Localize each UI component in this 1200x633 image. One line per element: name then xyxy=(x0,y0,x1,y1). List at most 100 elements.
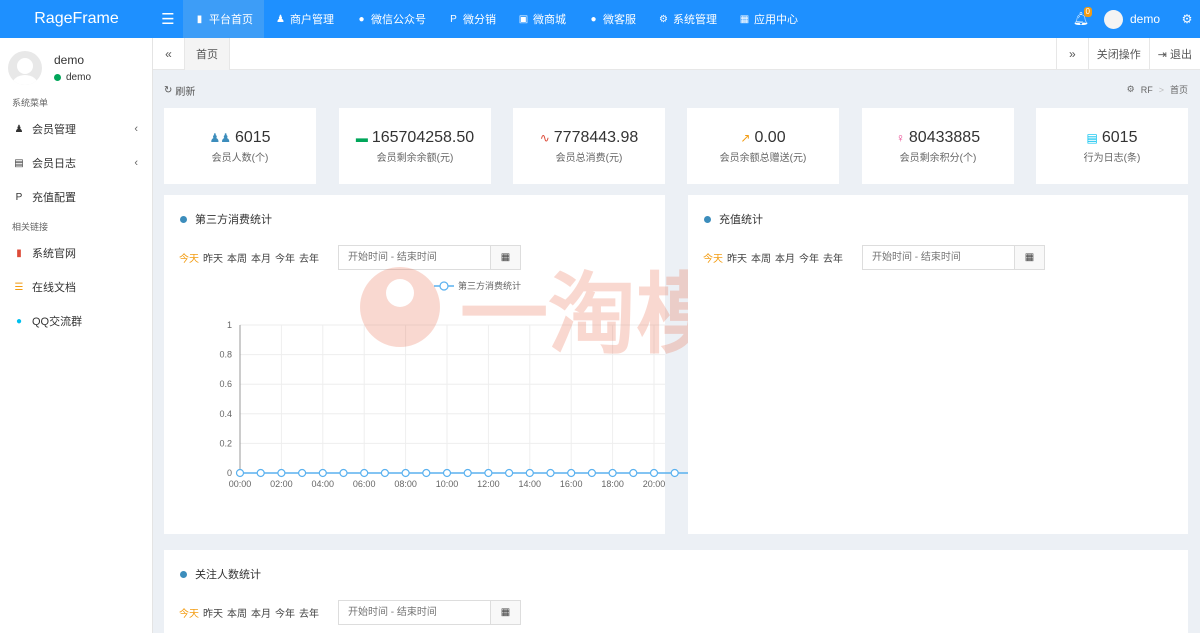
data-point[interactable] xyxy=(277,468,286,478)
avatar xyxy=(8,51,42,85)
range-link-2[interactable]: 本周 xyxy=(751,250,771,265)
stat-value: 6015 xyxy=(234,129,271,146)
data-point[interactable] xyxy=(256,468,265,478)
tab-scroll-right-icon[interactable]: » xyxy=(1055,38,1088,70)
sign-out-icon: ⇥ xyxy=(1157,48,1167,61)
sidebar-item-items2-2[interactable]: ● QQ交流群 xyxy=(0,304,152,338)
range-link-5[interactable]: 去年 xyxy=(823,250,843,265)
range-link-4[interactable]: 今年 xyxy=(275,605,295,620)
range-link-0[interactable]: 今天 xyxy=(179,605,199,620)
brand-logo[interactable]: RageFrame xyxy=(0,0,153,38)
panel-bullet-icon xyxy=(180,215,187,223)
dashboard-icon: ⚙ xyxy=(1126,84,1135,94)
notification-bell-icon[interactable]: 🔔︎ 0 xyxy=(1066,0,1096,38)
data-point[interactable] xyxy=(463,468,472,478)
range-link-0[interactable]: 今天 xyxy=(179,250,199,265)
x-tick-label: 14:00 xyxy=(519,479,542,489)
topnav-item-4[interactable]: ▣ 微商城 xyxy=(507,0,577,38)
calendar-icon[interactable]: ▦ xyxy=(490,601,520,624)
topnav-item-1[interactable]: ♟ 商户管理 xyxy=(264,0,345,38)
top-right-tools: 🔔︎ 0 demo ⚙ xyxy=(1066,0,1200,38)
range-link-3[interactable]: 本月 xyxy=(775,250,795,265)
range-link-3[interactable]: 本月 xyxy=(251,250,271,265)
sidebar-item-items1-2[interactable]: P 充值配置 xyxy=(0,180,152,214)
data-point[interactable] xyxy=(442,468,452,478)
topnav-item-label: 系统管理 xyxy=(673,14,717,26)
date-range-picker[interactable]: ▦ xyxy=(338,600,521,625)
data-point[interactable] xyxy=(360,468,369,478)
refresh-button[interactable]: ↻ 刷新 xyxy=(164,83,195,98)
topnav-item-6[interactable]: ⚙ 系统管理 xyxy=(647,0,728,38)
lightbulb-icon: ♀ xyxy=(895,131,905,145)
range-link-1[interactable]: 昨天 xyxy=(203,250,223,265)
date-range-picker[interactable]: ▦ xyxy=(862,245,1045,270)
legend-label[interactable]: 第三方消费统计 xyxy=(458,280,521,291)
data-point[interactable] xyxy=(525,468,534,478)
topnav-item-5[interactable]: ● 微客服 xyxy=(577,0,647,38)
calendar-icon[interactable]: ▦ xyxy=(490,246,520,269)
y-tick-label: 0 xyxy=(227,468,232,478)
sidebar-item-items1-1[interactable]: ▤ 会员日志 ‹ xyxy=(0,146,152,180)
calendar-icon[interactable]: ▦ xyxy=(1014,246,1044,269)
data-point[interactable] xyxy=(339,468,348,478)
data-point[interactable] xyxy=(422,468,431,478)
sidebar-toggle-icon[interactable]: ☰ xyxy=(153,0,183,38)
data-point[interactable] xyxy=(546,468,555,478)
range-link-5[interactable]: 去年 xyxy=(299,250,319,265)
tab-home[interactable]: 首页 xyxy=(185,38,230,70)
data-point[interactable] xyxy=(505,468,514,478)
data-point[interactable] xyxy=(587,468,596,478)
range-link-4[interactable]: 今年 xyxy=(799,250,819,265)
wechat-icon: ● xyxy=(358,13,365,25)
data-point[interactable] xyxy=(670,468,679,478)
y-tick-label: 0.2 xyxy=(219,438,232,448)
bookmark-icon: ▮ xyxy=(196,13,203,25)
data-point[interactable] xyxy=(235,468,245,478)
topnav-item-2[interactable]: ● 微信公众号 xyxy=(345,0,437,38)
chevron-left-icon: ‹ xyxy=(134,123,138,135)
range-link-0[interactable]: 今天 xyxy=(703,250,723,265)
date-range-input[interactable] xyxy=(339,601,490,624)
data-point[interactable] xyxy=(401,468,410,478)
credit-card-icon: ▬ xyxy=(355,131,368,145)
topnav-item-label: 微商城 xyxy=(533,14,566,26)
logout-button[interactable]: ⇥ 退出 xyxy=(1148,38,1200,70)
sidebar-item-items1-0[interactable]: ♟ 会员管理 ‹ xyxy=(0,112,152,146)
data-point[interactable] xyxy=(484,468,493,478)
data-point[interactable] xyxy=(649,468,659,478)
data-point[interactable] xyxy=(380,468,389,478)
topnav-item-7[interactable]: ▦ 应用中心 xyxy=(728,0,809,38)
topnav-item-0[interactable]: ▮ 平台首页 xyxy=(183,0,264,38)
data-point[interactable] xyxy=(629,468,638,478)
range-link-1[interactable]: 昨天 xyxy=(727,250,747,265)
date-range-picker[interactable]: ▦ xyxy=(338,245,521,270)
breadcrumb-root[interactable]: RF xyxy=(1141,85,1153,95)
user-menu[interactable]: demo xyxy=(1096,9,1174,29)
range-link-3[interactable]: 本月 xyxy=(251,605,271,620)
topnav-item-label: 应用中心 xyxy=(754,14,798,26)
range-link-2[interactable]: 本周 xyxy=(227,250,247,265)
range-link-2[interactable]: 本周 xyxy=(227,605,247,620)
data-point[interactable] xyxy=(608,468,617,478)
range-link-4[interactable]: 今年 xyxy=(275,250,295,265)
range-link-5[interactable]: 去年 xyxy=(299,605,319,620)
stat-card: ▬ 165704258.50 会员剩余余额(元) xyxy=(339,108,491,184)
control-sidebar-gear-icon[interactable]: ⚙ xyxy=(1174,12,1200,26)
panel-bullet-icon xyxy=(180,570,187,578)
sidebar-item-items2-1[interactable]: ☰ 在线文档 xyxy=(0,270,152,304)
date-range-input[interactable] xyxy=(339,246,490,269)
range-link-1[interactable]: 昨天 xyxy=(203,605,223,620)
topnav-item-3[interactable]: P 微分销 xyxy=(437,0,507,38)
x-tick-label: 08:00 xyxy=(394,479,417,489)
date-range-input[interactable] xyxy=(863,246,1014,269)
data-point[interactable] xyxy=(318,468,327,478)
data-point[interactable] xyxy=(567,468,576,478)
sidebar-item-items2-0[interactable]: ▮ 系统官网 xyxy=(0,236,152,270)
recharge-stats-panel: 充值统计 今天昨天本周本月今年去年 ▦ xyxy=(688,195,1188,534)
consume-line-chart: 0 0.2 0.4 0.6 0.8 1 00:00 02:00 04:00 06:00 08:00 1… xyxy=(219,280,700,489)
data-point[interactable] xyxy=(298,468,307,478)
x-tick-label: 00:00 xyxy=(229,479,252,489)
x-tick-label: 02:00 xyxy=(270,479,293,489)
close-operations-button[interactable]: 关闭操作 xyxy=(1087,38,1149,70)
tab-scroll-left-icon[interactable]: « xyxy=(153,38,185,70)
